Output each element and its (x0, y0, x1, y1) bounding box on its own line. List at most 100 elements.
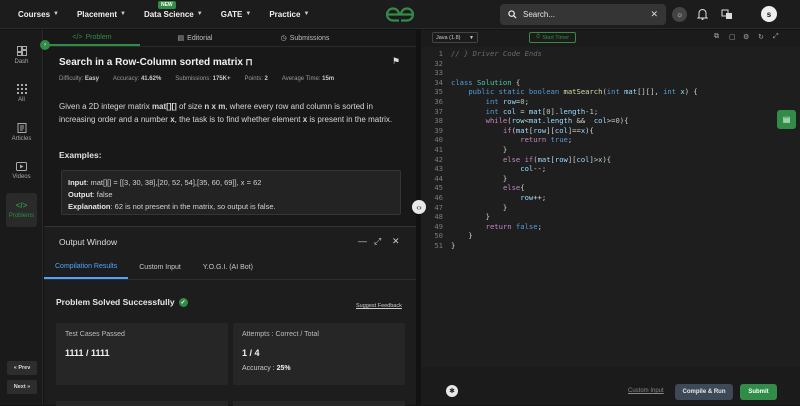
bell-icon[interactable] (697, 8, 708, 20)
code-line[interactable]: } (451, 241, 455, 250)
resize-handle-icon[interactable]: ‹› (412, 200, 426, 214)
file-icon[interactable]: ▢ (729, 33, 736, 41)
report-icon[interactable]: ⚑ (392, 56, 400, 67)
check-circle-icon: ✓ (178, 297, 188, 307)
output-tabs: Compilation Results Custom Input Y.O.G.I… (44, 256, 416, 280)
tab-yogi-ai-bot[interactable]: Y.O.G.I. (AI Bot) (192, 256, 264, 279)
code-line[interactable]: // } Driver Code Ends (451, 49, 542, 58)
code-line[interactable]: row++; (451, 193, 546, 202)
nav-practice[interactable]: Practice ▼ (269, 10, 309, 19)
sidebar-item-problems[interactable]: </> Problems (6, 193, 37, 227)
nav-placement[interactable]: Placement ▼ (77, 10, 126, 19)
search-input[interactable]: Search... ✕ (500, 4, 666, 25)
status-message: Problem Solved Successfully ✓ (56, 297, 188, 307)
article-icon (17, 122, 26, 133)
sidebar-item-all[interactable]: All (6, 76, 37, 110)
sidebar-item-videos[interactable]: Videos (6, 154, 37, 188)
gfg-logo[interactable] (383, 6, 417, 23)
editor-panel: Java (1.8) ▼ ⏱ Start Timer ⧉ ▢ ⚙ ↻ ⤢ 1 // }… (421, 30, 800, 405)
code-line[interactable]: } (451, 212, 490, 221)
expand-sidebar-icon[interactable]: › (40, 40, 50, 50)
language-select[interactable]: Java (1.8) ▼ (432, 32, 478, 43)
line-number: 34 (434, 77, 443, 87)
editor-toolbar: Java (1.8) ▼ ⏱ Start Timer ⧉ ▢ ⚙ ↻ ⤢ (421, 30, 800, 46)
code-line[interactable]: } (451, 174, 507, 183)
next-button[interactable]: Next » (7, 380, 37, 394)
start-timer-button[interactable]: ⏱ Start Timer (529, 32, 576, 43)
line-number: 40 (434, 135, 443, 145)
clock-icon: ◷ (280, 35, 287, 42)
reset-icon[interactable]: ↻ (758, 33, 764, 41)
video-icon (16, 162, 27, 171)
attempts-card: Attempts : Correct / Total 1 / 4 Accurac… (233, 323, 405, 385)
nav-data-science[interactable]: NEW Data Science ▼ (144, 0, 203, 19)
code-line[interactable]: col--; (451, 164, 546, 173)
sidebar: Dash All Articles Videos </> Problems « … (0, 30, 43, 405)
tab-problem[interactable]: </> Problem (44, 30, 140, 46)
tab-custom-input[interactable]: Custom Input (128, 256, 192, 279)
suggest-feedback-link[interactable]: Suggest Feedback (356, 303, 402, 309)
bug-icon[interactable]: ✱ (446, 385, 458, 397)
fullscreen-icon[interactable]: ⤢ (773, 33, 779, 41)
document-icon: ▤ (177, 35, 185, 42)
compile-run-button[interactable]: Compile & Run (675, 384, 733, 400)
code-line[interactable]: return true; (451, 135, 572, 144)
grid-icon (16, 83, 27, 94)
minimize-icon[interactable]: — (358, 236, 367, 246)
code-line[interactable]: while(row<mat.length && col>=0){ (451, 116, 629, 125)
chat-icon[interactable]: ▤ (777, 110, 796, 129)
nav-gate[interactable]: GATE ▼ (221, 10, 252, 19)
sidebar-item-dash[interactable]: Dash (6, 38, 37, 72)
code-line[interactable]: int row=0; (451, 97, 529, 106)
line-number: 43 (434, 164, 443, 174)
line-number: 37 (434, 106, 443, 116)
problem-meta: Difficulty: Easy Accuracy: 41.62% Submis… (59, 76, 335, 82)
problem-tabs: </> Problem ▤ Editorial ◷ Submissions (44, 30, 416, 47)
tab-editorial[interactable]: ▤ Editorial (140, 30, 250, 46)
output-window-title: Output Window (59, 237, 118, 247)
line-number: 44 (434, 173, 443, 183)
code-line[interactable]: else if(mat[row][col]>x){ (451, 155, 611, 164)
line-number: 48 (434, 212, 443, 222)
close-icon[interactable]: ✕ (650, 9, 658, 20)
code-line[interactable]: int col = mat[0].length-1; (451, 107, 599, 116)
line-number: 49 (434, 221, 443, 231)
code-editor[interactable]: 1 // } Driver Code Ends 32 33 34 class Soluti… (421, 47, 800, 367)
dashboard-icon (16, 45, 27, 56)
nav-courses[interactable]: Courses ▼ (18, 10, 59, 19)
expand-icon[interactable]: ⤢ (374, 236, 381, 247)
line-number: 36 (434, 97, 443, 106)
avatar[interactable]: s (761, 6, 777, 22)
code-line[interactable]: public static boolean matSearch(int mat[… (451, 87, 697, 96)
code-line[interactable]: if(mat[row][col]==x){ (451, 126, 594, 135)
tab-submissions[interactable]: ◷ Submissions (250, 30, 360, 46)
custom-input-link[interactable]: Custom Input (628, 388, 664, 394)
chevron-down-icon: ▼ (120, 11, 126, 17)
code-line[interactable]: else{ (451, 183, 525, 192)
close-icon[interactable]: ✕ (392, 236, 400, 247)
submit-button[interactable]: Submit (740, 384, 777, 400)
code-line[interactable]: } (451, 231, 472, 240)
examples-heading: Examples: (59, 150, 102, 160)
translate-icon[interactable] (721, 8, 733, 20)
sidebar-item-articles[interactable]: Articles (6, 115, 37, 149)
code-line[interactable]: class Solution { (451, 78, 520, 87)
settings-icon[interactable]: ⚙ (743, 33, 749, 41)
next-card-partial (56, 401, 228, 406)
timer-icon: ⏱ (535, 34, 541, 40)
new-badge: NEW (157, 0, 176, 9)
copy-icon[interactable]: ⧉ (714, 33, 719, 41)
line-number: 46 (434, 193, 443, 202)
code-line[interactable]: } (451, 203, 507, 212)
code-line[interactable]: return false; (451, 222, 542, 231)
theme-toggle-icon[interactable]: ☼ (672, 7, 687, 22)
code-line[interactable]: } (451, 145, 507, 154)
chevron-down-icon: ▼ (245, 11, 252, 17)
test-cases-card: Test Cases Passed 1111 / 1111 (56, 323, 228, 385)
chevron-down-icon: ▼ (53, 11, 59, 17)
tab-compilation-results[interactable]: Compilation Results (44, 256, 129, 279)
line-number: 45 (434, 183, 443, 193)
search-icon (508, 10, 517, 19)
bookmark-icon[interactable]: ⊓ (243, 57, 252, 67)
prev-button[interactable]: « Prev (7, 361, 37, 375)
